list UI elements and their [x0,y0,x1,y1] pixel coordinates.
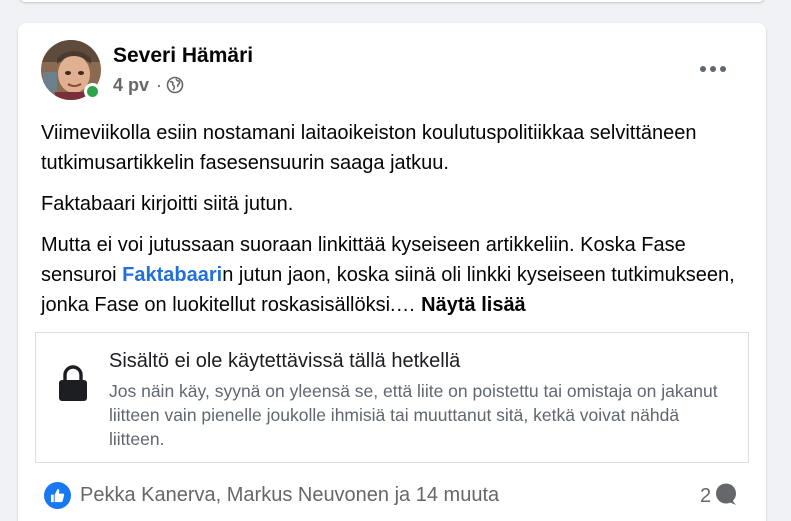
post-paragraph-1: Viimeviikolla esiin nostamani laitaoikei… [41,122,697,174]
post-paragraph-3: Mutta ei voi jutussaan suoraan linkittää… [41,230,741,320]
attachment-title: Sisältö ei ole käytettävissä tällä hetke… [109,350,461,372]
previous-post-card [18,0,766,2]
author-name[interactable]: Severi Hämäri [113,44,253,68]
post-card: Severi Hämäri 4 pv · Viimeviikolla esiin… [18,23,766,521]
meta-separator: · [156,75,163,95]
comment-count: 2 [700,485,712,507]
attachment-description: Jos näin käy, syynä on yleensä se, että … [109,381,718,449]
post-body: Viimeviikolla esiin nostamani laitaoikei… [41,118,741,331]
post-timestamp[interactable]: 4 pv [113,75,149,96]
more-options-icon[interactable] [690,51,736,87]
reactions-summary[interactable]: Pekka Kanerva, Markus Neuvonen ja 14 muu… [44,482,499,509]
lock-icon [58,364,88,407]
online-status-indicator [84,83,101,100]
faktabaari-link[interactable]: Faktabaari [122,264,222,286]
post-meta: 4 pv · [113,75,184,96]
post-paragraph-2: Faktabaari kirjoitti siitä jutun. [41,193,294,215]
like-icon [44,482,71,509]
comment-icon [714,482,738,511]
reactions-text: Pekka Kanerva, Markus Neuvonen ja 14 muu… [80,484,500,506]
globe-icon[interactable] [166,76,184,94]
comments-summary[interactable]: 2 [700,482,738,511]
author-avatar[interactable] [41,40,101,100]
unavailable-attachment: Sisältö ei ole käytettävissä tällä hetke… [35,332,749,463]
see-more-button[interactable]: Näytä lisää [421,294,526,316]
